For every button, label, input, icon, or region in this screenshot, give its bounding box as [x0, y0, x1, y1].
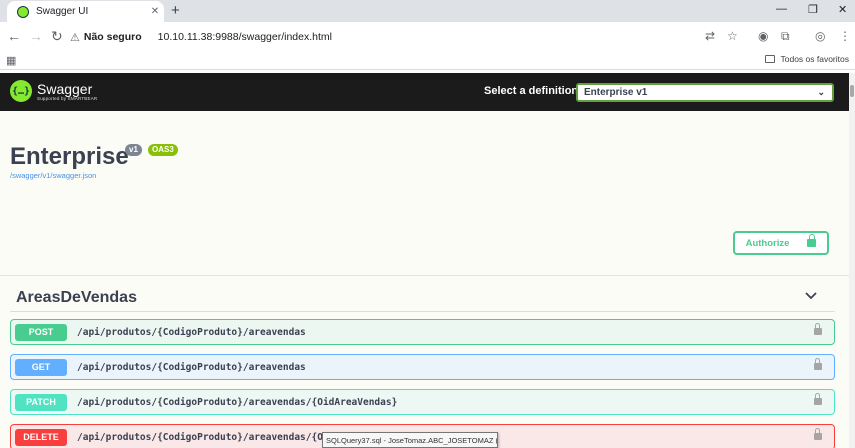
taskbar-tooltip: SQLQuery37.sql - JoseTomaz.ABC_JOSETOMAZ…: [322, 432, 498, 448]
swagger-logo[interactable]: {…} Swagger Supported by SMARTBEAR: [10, 80, 97, 102]
page-scrollbar[interactable]: [849, 73, 855, 448]
url-text[interactable]: 10.10.11.38:9988/swagger/index.html: [158, 31, 332, 43]
method-badge: GET: [15, 358, 67, 376]
bookmarks-bar: ▦ Todos os favoritos: [0, 52, 855, 70]
tab-strip: Swagger UI ✕ + — ❐ ✕: [0, 0, 855, 22]
brand-name: Swagger: [37, 80, 93, 97]
tag-collapse-chevron-icon[interactable]: [804, 289, 818, 303]
method-badge: POST: [15, 323, 67, 341]
authorize-label: Authorize: [745, 237, 790, 249]
oas-badge: OAS3: [148, 144, 178, 156]
definition-label: Select a definition: [484, 85, 579, 97]
translate-icon[interactable]: ⇄: [705, 29, 715, 43]
tag-title[interactable]: AreasDeVendas: [16, 289, 137, 307]
extensions-puzzle-icon[interactable]: ⧉: [781, 29, 790, 43]
method-badge: DELETE: [15, 428, 67, 446]
browser-tab[interactable]: Swagger UI ✕: [7, 1, 164, 22]
lock-icon[interactable]: [814, 393, 822, 405]
operation-post-areavendas[interactable]: POST /api/produtos/{CodigoProduto}/areav…: [10, 319, 835, 345]
apps-grid-icon[interactable]: ▦: [6, 54, 16, 67]
api-title: Enterprise: [10, 143, 129, 170]
method-badge: PATCH: [15, 393, 67, 411]
new-tab-icon[interactable]: +: [171, 2, 180, 20]
folder-icon: [765, 55, 776, 63]
bookmark-star-icon[interactable]: ☆: [727, 29, 738, 43]
extension-badge-icon[interactable]: ◉: [758, 29, 768, 43]
scrollbar-thumb[interactable]: [850, 85, 854, 97]
tag-divider: [10, 311, 835, 312]
definition-value: Enterprise v1: [584, 87, 648, 98]
maximize-icon[interactable]: ❐: [808, 3, 818, 16]
operation-path: /api/produtos/{CodigoProduto}/areavendas…: [77, 396, 398, 408]
forward-icon[interactable]: →: [29, 29, 43, 43]
swagger-topbar: {…} Swagger Supported by SMARTBEAR Selec…: [0, 73, 849, 111]
minimize-icon[interactable]: —: [776, 3, 787, 15]
bookmarks-folder-label: Todos os favoritos: [780, 54, 849, 64]
browser-toolbar: ← → ↻ ⚠ Não seguro 10.10.11.38:9988/swag…: [0, 22, 855, 52]
all-bookmarks-folder[interactable]: Todos os favoritos: [765, 54, 849, 64]
warning-icon: ⚠: [70, 31, 80, 44]
version-badge: v1: [125, 144, 142, 156]
authorize-button[interactable]: Authorize: [733, 231, 829, 255]
operation-path: /api/produtos/{CodigoProduto}/areavendas: [77, 361, 306, 373]
reload-icon[interactable]: ↻: [51, 29, 63, 43]
operation-patch-areavendas[interactable]: PATCH /api/produtos/{CodigoProduto}/area…: [10, 389, 835, 415]
menu-kebab-icon[interactable]: ⋮: [839, 29, 851, 43]
lock-icon[interactable]: [814, 358, 822, 370]
section-divider: [0, 275, 849, 276]
operation-path: /api/produtos/{CodigoProduto}/areavendas: [77, 326, 306, 338]
unlock-icon: [807, 234, 817, 247]
operation-get-areavendas[interactable]: GET /api/produtos/{CodigoProduto}/areave…: [10, 354, 835, 380]
swagger-page: {…} Swagger Supported by SMARTBEAR Selec…: [0, 73, 849, 448]
brand-subtitle: Supported by SMARTBEAR: [37, 95, 98, 101]
back-icon[interactable]: ←: [7, 29, 21, 43]
security-label[interactable]: Não seguro: [84, 31, 142, 43]
tab-title: Swagger UI: [36, 6, 89, 17]
swagger-favicon-icon: [17, 5, 29, 18]
spec-link[interactable]: /swagger/v1/swagger.json: [10, 171, 96, 180]
address-bar[interactable]: ⚠ Não seguro 10.10.11.38:9988/swagger/in…: [70, 26, 710, 48]
swagger-logo-icon: {…}: [10, 80, 32, 102]
tab-close-icon[interactable]: ✕: [146, 6, 164, 17]
definition-select[interactable]: Enterprise v1 ⌄: [576, 83, 834, 102]
lock-icon[interactable]: [814, 428, 822, 440]
lock-icon[interactable]: [814, 323, 822, 335]
close-window-icon[interactable]: ✕: [838, 3, 847, 16]
profile-avatar-icon[interactable]: ◎: [815, 29, 825, 43]
chevron-down-icon: ⌄: [817, 87, 825, 97]
